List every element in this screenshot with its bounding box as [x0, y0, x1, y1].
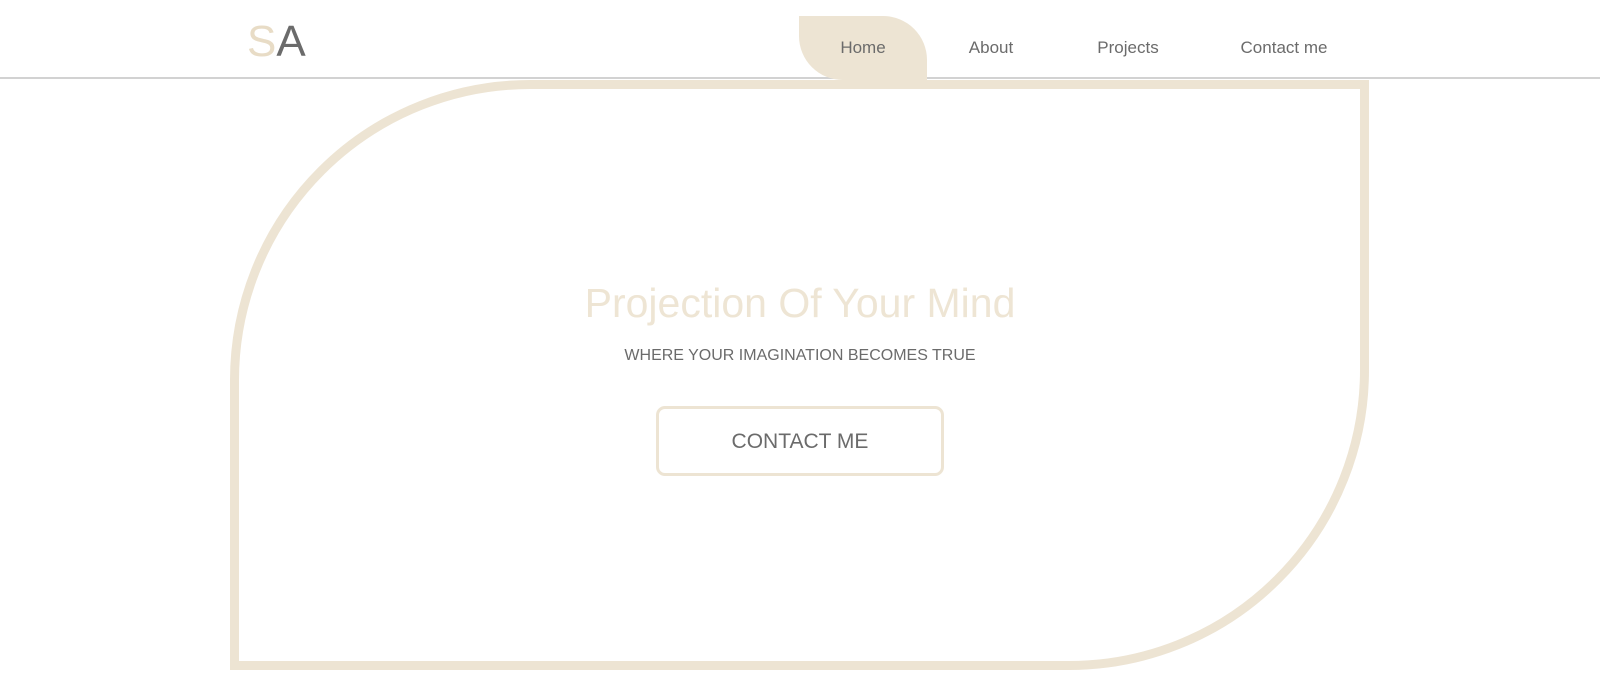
- hero-title: Projection Of Your Mind: [584, 280, 1016, 326]
- nav-item-about[interactable]: About: [944, 16, 1038, 80]
- hero-subtitle: WHERE YOUR IMAGINATION BECOMES TRUE: [624, 347, 976, 364]
- logo[interactable]: SA: [247, 17, 306, 67]
- nav-item-projects[interactable]: Projects: [1079, 16, 1177, 80]
- hero-frame: [230, 80, 1369, 670]
- nav-item-contact[interactable]: Contact me: [1220, 16, 1348, 80]
- contact-me-button[interactable]: CONTACT ME: [656, 406, 944, 476]
- site-header: SA Home About Projects Contact me: [0, 0, 1600, 80]
- logo-letter-s: S: [247, 17, 277, 66]
- nav-item-home[interactable]: Home: [799, 16, 927, 80]
- logo-letter-a: A: [276, 17, 306, 66]
